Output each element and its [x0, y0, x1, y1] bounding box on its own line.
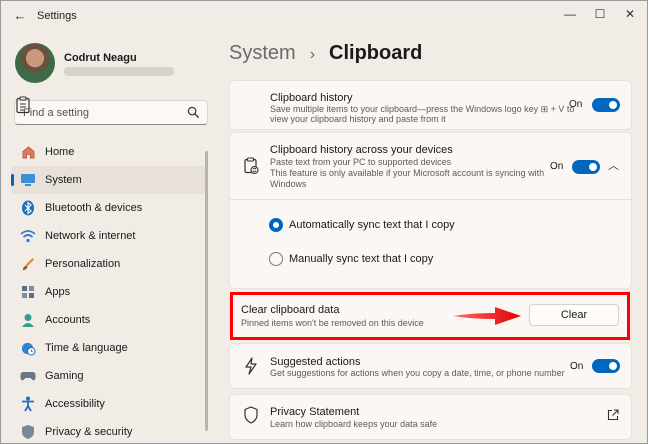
sidebar-item-gaming[interactable]: Gaming: [11, 362, 207, 390]
sidebar-item-label: Personalization: [45, 258, 121, 270]
sync-desc-2: This feature is only available if your M…: [270, 168, 545, 178]
radio-manual-sync-label: Manually sync text that I copy: [289, 253, 434, 265]
accessibility-icon: [19, 395, 37, 413]
sidebar-item-system[interactable]: System: [11, 166, 207, 194]
clipboard-sync-icon: [244, 157, 259, 175]
gamepad-icon: [19, 367, 37, 385]
system-icon: [19, 171, 37, 189]
user-name: Codrut Neagu: [64, 52, 137, 64]
search-icon[interactable]: [187, 106, 200, 119]
lightning-icon: [245, 357, 257, 375]
sidebar-item-label: Network & internet: [45, 230, 136, 242]
avatar[interactable]: [15, 43, 55, 83]
sidebar-item-label: Gaming: [45, 370, 84, 382]
minimize-button[interactable]: —: [557, 5, 583, 23]
clipboard-history-desc-1: Save multiple items to your clipboard—pr…: [270, 104, 575, 114]
clipboard-icon: [16, 96, 30, 114]
sidebar-item-label: Accounts: [45, 314, 91, 326]
shield-outline-icon: [244, 406, 258, 424]
sidebar-item-label: Bluetooth & devices: [45, 202, 143, 214]
search-box[interactable]: [14, 100, 208, 125]
sidebar-item-accessibility[interactable]: Accessibility: [11, 390, 207, 418]
suggested-toggle-label: On: [570, 361, 584, 372]
clipboard-history-toggle[interactable]: [592, 98, 620, 112]
sidebar-item-time-language[interactable]: Time & language: [11, 334, 207, 362]
sidebar-item-network[interactable]: Network & internet: [11, 222, 207, 250]
privacy-statement-title: Privacy Statement: [270, 406, 360, 418]
clipboard-history-title: Clipboard history: [270, 92, 353, 104]
radio-auto-sync[interactable]: Automatically sync text that I copy: [269, 218, 455, 232]
sync-desc-3: Windows: [270, 179, 307, 189]
sidebar-item-apps[interactable]: Apps: [11, 278, 207, 306]
sidebar-item-home[interactable]: Home: [11, 138, 207, 166]
apps-icon: [19, 283, 37, 301]
sync-toggle-label: On: [550, 161, 564, 172]
sidebar-item-label: Apps: [45, 286, 71, 298]
sync-desc-1: Paste text from your PC to supported dev…: [270, 157, 452, 167]
sidebar-item-label: Home: [45, 146, 75, 158]
clipboard-history-toggle-label: On: [569, 99, 583, 110]
suggested-actions-desc: Get suggestions for actions when you cop…: [270, 368, 565, 378]
breadcrumb-parent[interactable]: System: [229, 42, 296, 65]
sidebar-item-personalization[interactable]: Personalization: [11, 250, 207, 278]
sidebar-item-privacy-security[interactable]: Privacy & security: [11, 418, 207, 443]
maximize-button[interactable]: ☐: [587, 5, 613, 23]
divider: [230, 199, 631, 200]
chevron-up-icon[interactable]: ︿: [608, 157, 619, 173]
sidebar-item-label: Time & language: [45, 342, 128, 354]
title-bar: ← Settings — ☐ ✕: [1, 1, 647, 31]
close-button[interactable]: ✕: [617, 5, 643, 23]
radio-auto-sync-label: Automatically sync text that I copy: [289, 219, 455, 231]
settings-window: ← Settings — ☐ ✕ Codrut Neagu Home Syste…: [0, 0, 648, 444]
sidebar-item-label: Privacy & security: [45, 426, 133, 438]
user-email-redacted: [64, 67, 174, 76]
person-icon: [19, 311, 37, 329]
breadcrumb-separator: ›: [309, 46, 316, 63]
clipboard-history-desc-2: view your clipboard history and paste fr…: [270, 114, 446, 124]
radio-selected-icon[interactable]: [269, 218, 283, 232]
highlight-box: [230, 292, 630, 340]
page-title: Clipboard: [329, 42, 423, 64]
radio-unselected-icon[interactable]: [269, 252, 283, 266]
shield-icon: [19, 423, 37, 441]
search-input[interactable]: [23, 105, 183, 121]
app-title: Settings: [37, 10, 77, 22]
bluetooth-icon: [19, 199, 37, 217]
arrow-icon: [453, 307, 521, 325]
sidebar-item-bluetooth[interactable]: Bluetooth & devices: [11, 194, 207, 222]
sidebar-scrollbar[interactable]: [205, 151, 208, 431]
sync-title: Clipboard history across your devices: [270, 144, 453, 156]
sidebar-item-accounts[interactable]: Accounts: [11, 306, 207, 334]
globe-clock-icon: [19, 339, 37, 357]
radio-manual-sync[interactable]: Manually sync text that I copy: [269, 252, 433, 266]
sidebar-nav: Home System Bluetooth & devices Network …: [11, 138, 207, 443]
wifi-icon: [19, 227, 37, 245]
brush-icon: [19, 255, 37, 273]
external-link-icon[interactable]: [607, 409, 619, 421]
privacy-statement-desc: Learn how clipboard keeps your data safe: [270, 419, 438, 429]
back-arrow-icon[interactable]: ←: [9, 7, 31, 25]
suggested-actions-title: Suggested actions: [270, 356, 361, 368]
suggested-toggle[interactable]: [592, 359, 620, 373]
breadcrumb: System › Clipboard: [229, 42, 422, 65]
sync-toggle[interactable]: [572, 160, 600, 174]
sidebar-item-label: Accessibility: [45, 398, 105, 410]
sidebar-item-label: System: [45, 174, 82, 186]
home-icon: [19, 143, 37, 161]
